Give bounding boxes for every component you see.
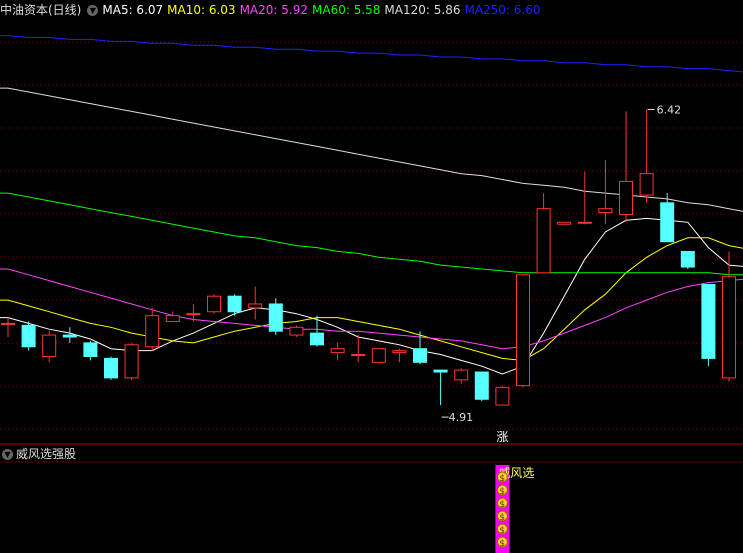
candle-body bbox=[310, 332, 324, 346]
candle-body bbox=[474, 371, 489, 400]
candlestick[interactable] bbox=[62, 327, 77, 343]
chevron-down-icon[interactable]: ▼ bbox=[2, 449, 13, 460]
candle-body bbox=[227, 295, 242, 313]
candlestick[interactable] bbox=[495, 385, 510, 406]
candle-body bbox=[516, 274, 530, 387]
zhang-label: 涨 bbox=[496, 429, 508, 444]
candlestick[interactable] bbox=[619, 111, 633, 223]
candlestick[interactable] bbox=[433, 369, 448, 406]
candlestick[interactable] bbox=[207, 294, 221, 314]
candle-body bbox=[701, 284, 716, 359]
candle-body bbox=[495, 387, 510, 406]
candle-body bbox=[330, 348, 345, 354]
candle-body bbox=[165, 315, 180, 322]
candlestick[interactable] bbox=[351, 335, 366, 363]
ma20-label: MA20: 5.92 bbox=[239, 3, 308, 17]
indicator-title: 威风选强股 bbox=[16, 447, 77, 461]
candlestick[interactable] bbox=[474, 371, 489, 402]
candle-body bbox=[207, 295, 221, 313]
candle-body bbox=[680, 250, 695, 268]
candle-body bbox=[392, 350, 407, 354]
candle-body bbox=[289, 326, 304, 336]
high-price-label: 6.42 bbox=[657, 103, 682, 116]
candle-body bbox=[145, 315, 160, 348]
coin-symbol: $ bbox=[499, 500, 505, 510]
candlestick[interactable] bbox=[371, 348, 386, 363]
ma120-label: MA120: 5.86 bbox=[384, 3, 461, 17]
candlestick[interactable] bbox=[330, 342, 345, 361]
candlestick[interactable] bbox=[104, 356, 118, 380]
candle-body bbox=[433, 369, 448, 373]
stock-title: 中油资本(日线) bbox=[0, 3, 82, 17]
grid-lines bbox=[0, 41, 743, 463]
ma250-label: MA250: 6.60 bbox=[464, 3, 541, 17]
candlestick[interactable] bbox=[722, 251, 736, 382]
coin-symbol: $ bbox=[499, 539, 505, 549]
ma20-line bbox=[0, 268, 743, 350]
candlestick[interactable] bbox=[577, 171, 592, 225]
candlestick[interactable] bbox=[21, 321, 36, 351]
indicator-header: ▼ 威风选强股 bbox=[0, 445, 743, 463]
low-price-label: 4.91 bbox=[449, 411, 474, 424]
candle-body bbox=[248, 303, 263, 309]
candlestick[interactable] bbox=[392, 348, 407, 363]
candlestick[interactable] bbox=[268, 298, 283, 336]
candle-body bbox=[351, 354, 366, 357]
candle-body bbox=[186, 313, 201, 316]
candlestick[interactable] bbox=[536, 193, 551, 274]
candle-body bbox=[1, 322, 15, 325]
candlestick[interactable] bbox=[598, 160, 613, 225]
chevron-down-icon[interactable]: ▼ bbox=[87, 5, 99, 16]
candle-body bbox=[124, 344, 139, 379]
ma250-line bbox=[0, 35, 743, 75]
candle-body bbox=[619, 180, 633, 215]
candle-body bbox=[413, 348, 427, 363]
coin-symbol: $ bbox=[499, 487, 505, 497]
candlestick[interactable] bbox=[42, 331, 57, 363]
candle-body bbox=[660, 202, 675, 243]
candlestick[interactable] bbox=[145, 307, 160, 351]
coin-symbol: $ bbox=[499, 513, 505, 523]
indicator-panel: 威风选 $$$$$$ bbox=[495, 465, 534, 553]
coin-symbol: $ bbox=[499, 526, 505, 536]
candlestick[interactable] bbox=[289, 325, 304, 338]
candle-body bbox=[536, 208, 551, 274]
candle-body bbox=[598, 208, 613, 214]
chart-header: 中油资本(日线) ▼ MA5: 6.07 MA10: 6.03 MA20: 5.92 MA… bbox=[0, 0, 743, 20]
candle-body bbox=[577, 221, 592, 224]
candlestick[interactable] bbox=[680, 250, 695, 269]
candlestick[interactable] bbox=[557, 221, 572, 225]
ma5-label: MA5: 6.07 bbox=[102, 3, 164, 17]
candle-body bbox=[722, 276, 736, 379]
ma60-label: MA60: 5.58 bbox=[312, 3, 381, 17]
candle-body bbox=[21, 324, 36, 348]
candle-body bbox=[62, 334, 77, 338]
chart-canvas[interactable]: 6.42 4.91 涨 威风选 $$$$$$ bbox=[0, 0, 743, 553]
candle-body bbox=[371, 348, 386, 363]
stock-chart[interactable]: 6.42 4.91 涨 威风选 $ $ $ $ $ $ 中油资本(日线) ▼ MA5: 6.0… bbox=[0, 0, 743, 553]
candle-body bbox=[42, 334, 57, 357]
candlestick[interactable] bbox=[660, 193, 675, 243]
candle-body bbox=[639, 173, 654, 196]
candlestick[interactable] bbox=[248, 286, 263, 320]
ma10-label: MA10: 6.03 bbox=[167, 3, 236, 17]
candle-body bbox=[104, 357, 118, 379]
candle-body bbox=[454, 369, 469, 381]
coin-symbol: $ bbox=[499, 474, 505, 484]
ma5-line bbox=[0, 217, 743, 375]
candlestick[interactable] bbox=[516, 274, 530, 388]
candlestick[interactable] bbox=[165, 311, 180, 322]
candlestick[interactable] bbox=[83, 340, 98, 361]
candlestick[interactable] bbox=[639, 109, 654, 203]
candle-body bbox=[268, 303, 283, 332]
candle-body bbox=[83, 342, 98, 357]
candle-body bbox=[557, 221, 572, 225]
candlestick[interactable] bbox=[1, 317, 15, 338]
candlestick[interactable] bbox=[454, 368, 469, 384]
candlestick[interactable] bbox=[310, 315, 324, 347]
candlestick[interactable] bbox=[701, 284, 716, 367]
candlestick[interactable] bbox=[124, 342, 139, 380]
